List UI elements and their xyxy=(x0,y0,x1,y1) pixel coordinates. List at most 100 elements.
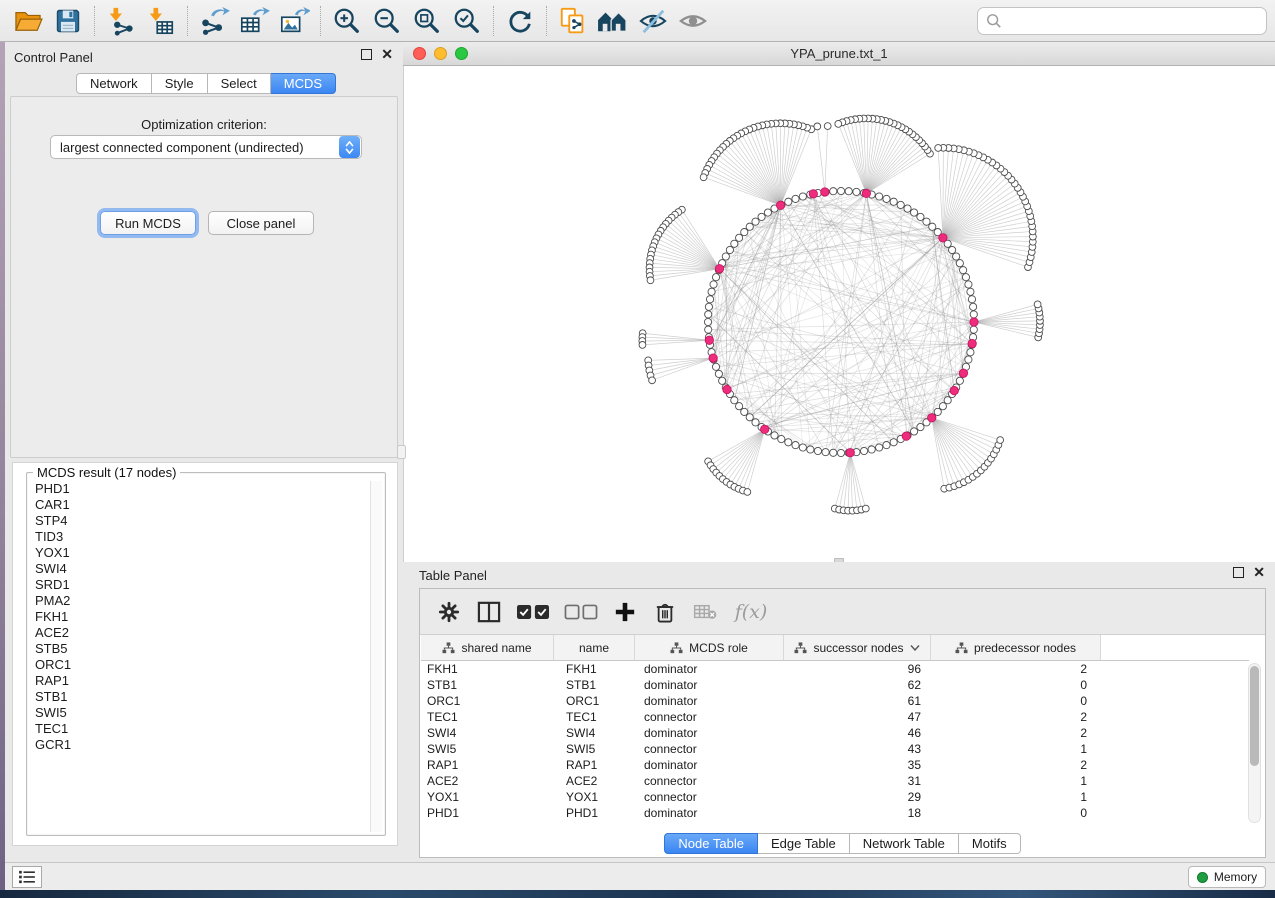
table-row[interactable]: STB1STB1dominator620 xyxy=(420,677,1249,693)
table-row[interactable]: ORC1ORC1dominator610 xyxy=(420,693,1249,709)
float-panel-icon[interactable] xyxy=(361,49,372,60)
network-node[interactable] xyxy=(862,505,869,512)
network-node[interactable] xyxy=(746,414,753,421)
network-node[interactable] xyxy=(868,446,875,453)
network-node[interactable] xyxy=(822,449,829,456)
network-node[interactable] xyxy=(935,145,942,152)
network-node[interactable] xyxy=(731,397,738,404)
network-node[interactable] xyxy=(785,439,792,446)
network-node[interactable] xyxy=(639,342,646,349)
network-node[interactable] xyxy=(705,326,712,333)
network-node[interactable] xyxy=(705,311,712,318)
network-node[interactable] xyxy=(647,277,654,284)
network-node[interactable] xyxy=(792,441,799,448)
mcds-list-scrollbar[interactable] xyxy=(370,481,382,832)
mcds-node[interactable] xyxy=(761,425,769,433)
mcds-node[interactable] xyxy=(723,385,731,393)
network-node[interactable] xyxy=(799,444,806,451)
mcds-result-item[interactable]: CAR1 xyxy=(30,497,368,513)
network-view[interactable] xyxy=(403,66,1275,562)
network-node[interactable] xyxy=(917,213,924,220)
open-file-button[interactable] xyxy=(8,3,48,39)
network-node[interactable] xyxy=(837,187,844,194)
tab-edge-table[interactable]: Edge Table xyxy=(758,833,850,854)
mcds-node[interactable] xyxy=(959,369,967,377)
network-node[interactable] xyxy=(700,174,707,181)
network-node[interactable] xyxy=(962,274,969,281)
column-header-successor-nodes[interactable]: successor nodes xyxy=(784,635,931,661)
network-node[interactable] xyxy=(845,188,852,195)
network-title-bar[interactable]: YPA_prune.txt_1 xyxy=(403,42,1275,66)
task-history-button[interactable] xyxy=(12,866,42,888)
mcds-result-item[interactable]: ACE2 xyxy=(30,625,368,641)
network-node[interactable] xyxy=(752,419,759,426)
mcds-result-item[interactable]: SWI5 xyxy=(30,705,368,721)
network-node[interactable] xyxy=(704,318,711,325)
network-node[interactable] xyxy=(830,449,837,456)
mcds-node[interactable] xyxy=(928,414,936,422)
tab-mcds[interactable]: MCDS xyxy=(271,73,336,94)
network-node[interactable] xyxy=(876,444,883,451)
mcds-result-item[interactable]: YOX1 xyxy=(30,545,368,561)
show-hidden-button[interactable] xyxy=(673,3,713,39)
tab-network[interactable]: Network xyxy=(76,73,152,94)
network-node[interactable] xyxy=(814,123,821,130)
network-node[interactable] xyxy=(965,356,972,363)
network-node[interactable] xyxy=(965,281,972,288)
network-node[interactable] xyxy=(968,296,975,303)
network-node[interactable] xyxy=(835,120,842,127)
delete-table-button[interactable] xyxy=(688,595,722,629)
tab-select[interactable]: Select xyxy=(208,73,271,94)
network-node[interactable] xyxy=(764,209,771,216)
network-node[interactable] xyxy=(814,447,821,454)
network-node[interactable] xyxy=(731,240,738,247)
network-node[interactable] xyxy=(970,311,977,318)
network-node[interactable] xyxy=(890,198,897,205)
column-header-name[interactable]: name xyxy=(554,635,635,661)
vertical-splitter-grip[interactable] xyxy=(397,445,406,459)
select-all-button[interactable] xyxy=(512,595,554,629)
network-node[interactable] xyxy=(967,288,974,295)
mcds-node[interactable] xyxy=(709,354,717,362)
table-row[interactable]: RAP1RAP1dominator352 xyxy=(420,757,1249,773)
network-node[interactable] xyxy=(771,432,778,439)
zoom-selected-button[interactable] xyxy=(447,3,487,39)
network-node[interactable] xyxy=(649,377,656,384)
mcds-result-item[interactable]: SWI4 xyxy=(30,561,368,577)
optimization-criterion-dropdown[interactable]: largest connected component (undirected) xyxy=(50,135,362,159)
network-node[interactable] xyxy=(910,209,917,216)
tab-motifs[interactable]: Motifs xyxy=(959,833,1021,854)
network-node[interactable] xyxy=(853,188,860,195)
network-node[interactable] xyxy=(960,267,967,274)
import-network-button[interactable] xyxy=(101,3,141,39)
import-table-button[interactable] xyxy=(141,3,181,39)
close-panel-button[interactable]: Close panel xyxy=(208,211,314,235)
network-node[interactable] xyxy=(970,326,977,333)
function-builder-button[interactable]: f(x) xyxy=(728,595,774,629)
float-table-panel-icon[interactable] xyxy=(1233,567,1244,578)
network-node[interactable] xyxy=(705,303,712,310)
network-node[interactable] xyxy=(726,246,733,253)
network-node[interactable] xyxy=(719,377,726,384)
mcds-node[interactable] xyxy=(950,386,958,394)
mcds-node[interactable] xyxy=(776,201,784,209)
delete-column-button[interactable] xyxy=(648,595,682,629)
houses-button[interactable] xyxy=(593,3,633,39)
mcds-node[interactable] xyxy=(821,188,829,196)
mcds-node[interactable] xyxy=(939,234,947,242)
deselect-all-button[interactable] xyxy=(560,595,602,629)
network-node[interactable] xyxy=(752,218,759,225)
network-node[interactable] xyxy=(741,408,748,415)
table-row[interactable]: FKH1FKH1dominator962 xyxy=(420,661,1249,677)
network-node[interactable] xyxy=(1034,301,1041,308)
network-node[interactable] xyxy=(883,441,890,448)
zoom-fit-button[interactable] xyxy=(407,3,447,39)
mcds-result-item[interactable]: GCR1 xyxy=(30,737,368,753)
export-image-button[interactable] xyxy=(274,3,314,39)
network-node[interactable] xyxy=(860,447,867,454)
show-column-button[interactable] xyxy=(472,595,506,629)
mcds-result-item[interactable]: ORC1 xyxy=(30,657,368,673)
network-node[interactable] xyxy=(807,446,814,453)
network-node[interactable] xyxy=(792,195,799,202)
table-scrollbar[interactable] xyxy=(1248,663,1261,823)
